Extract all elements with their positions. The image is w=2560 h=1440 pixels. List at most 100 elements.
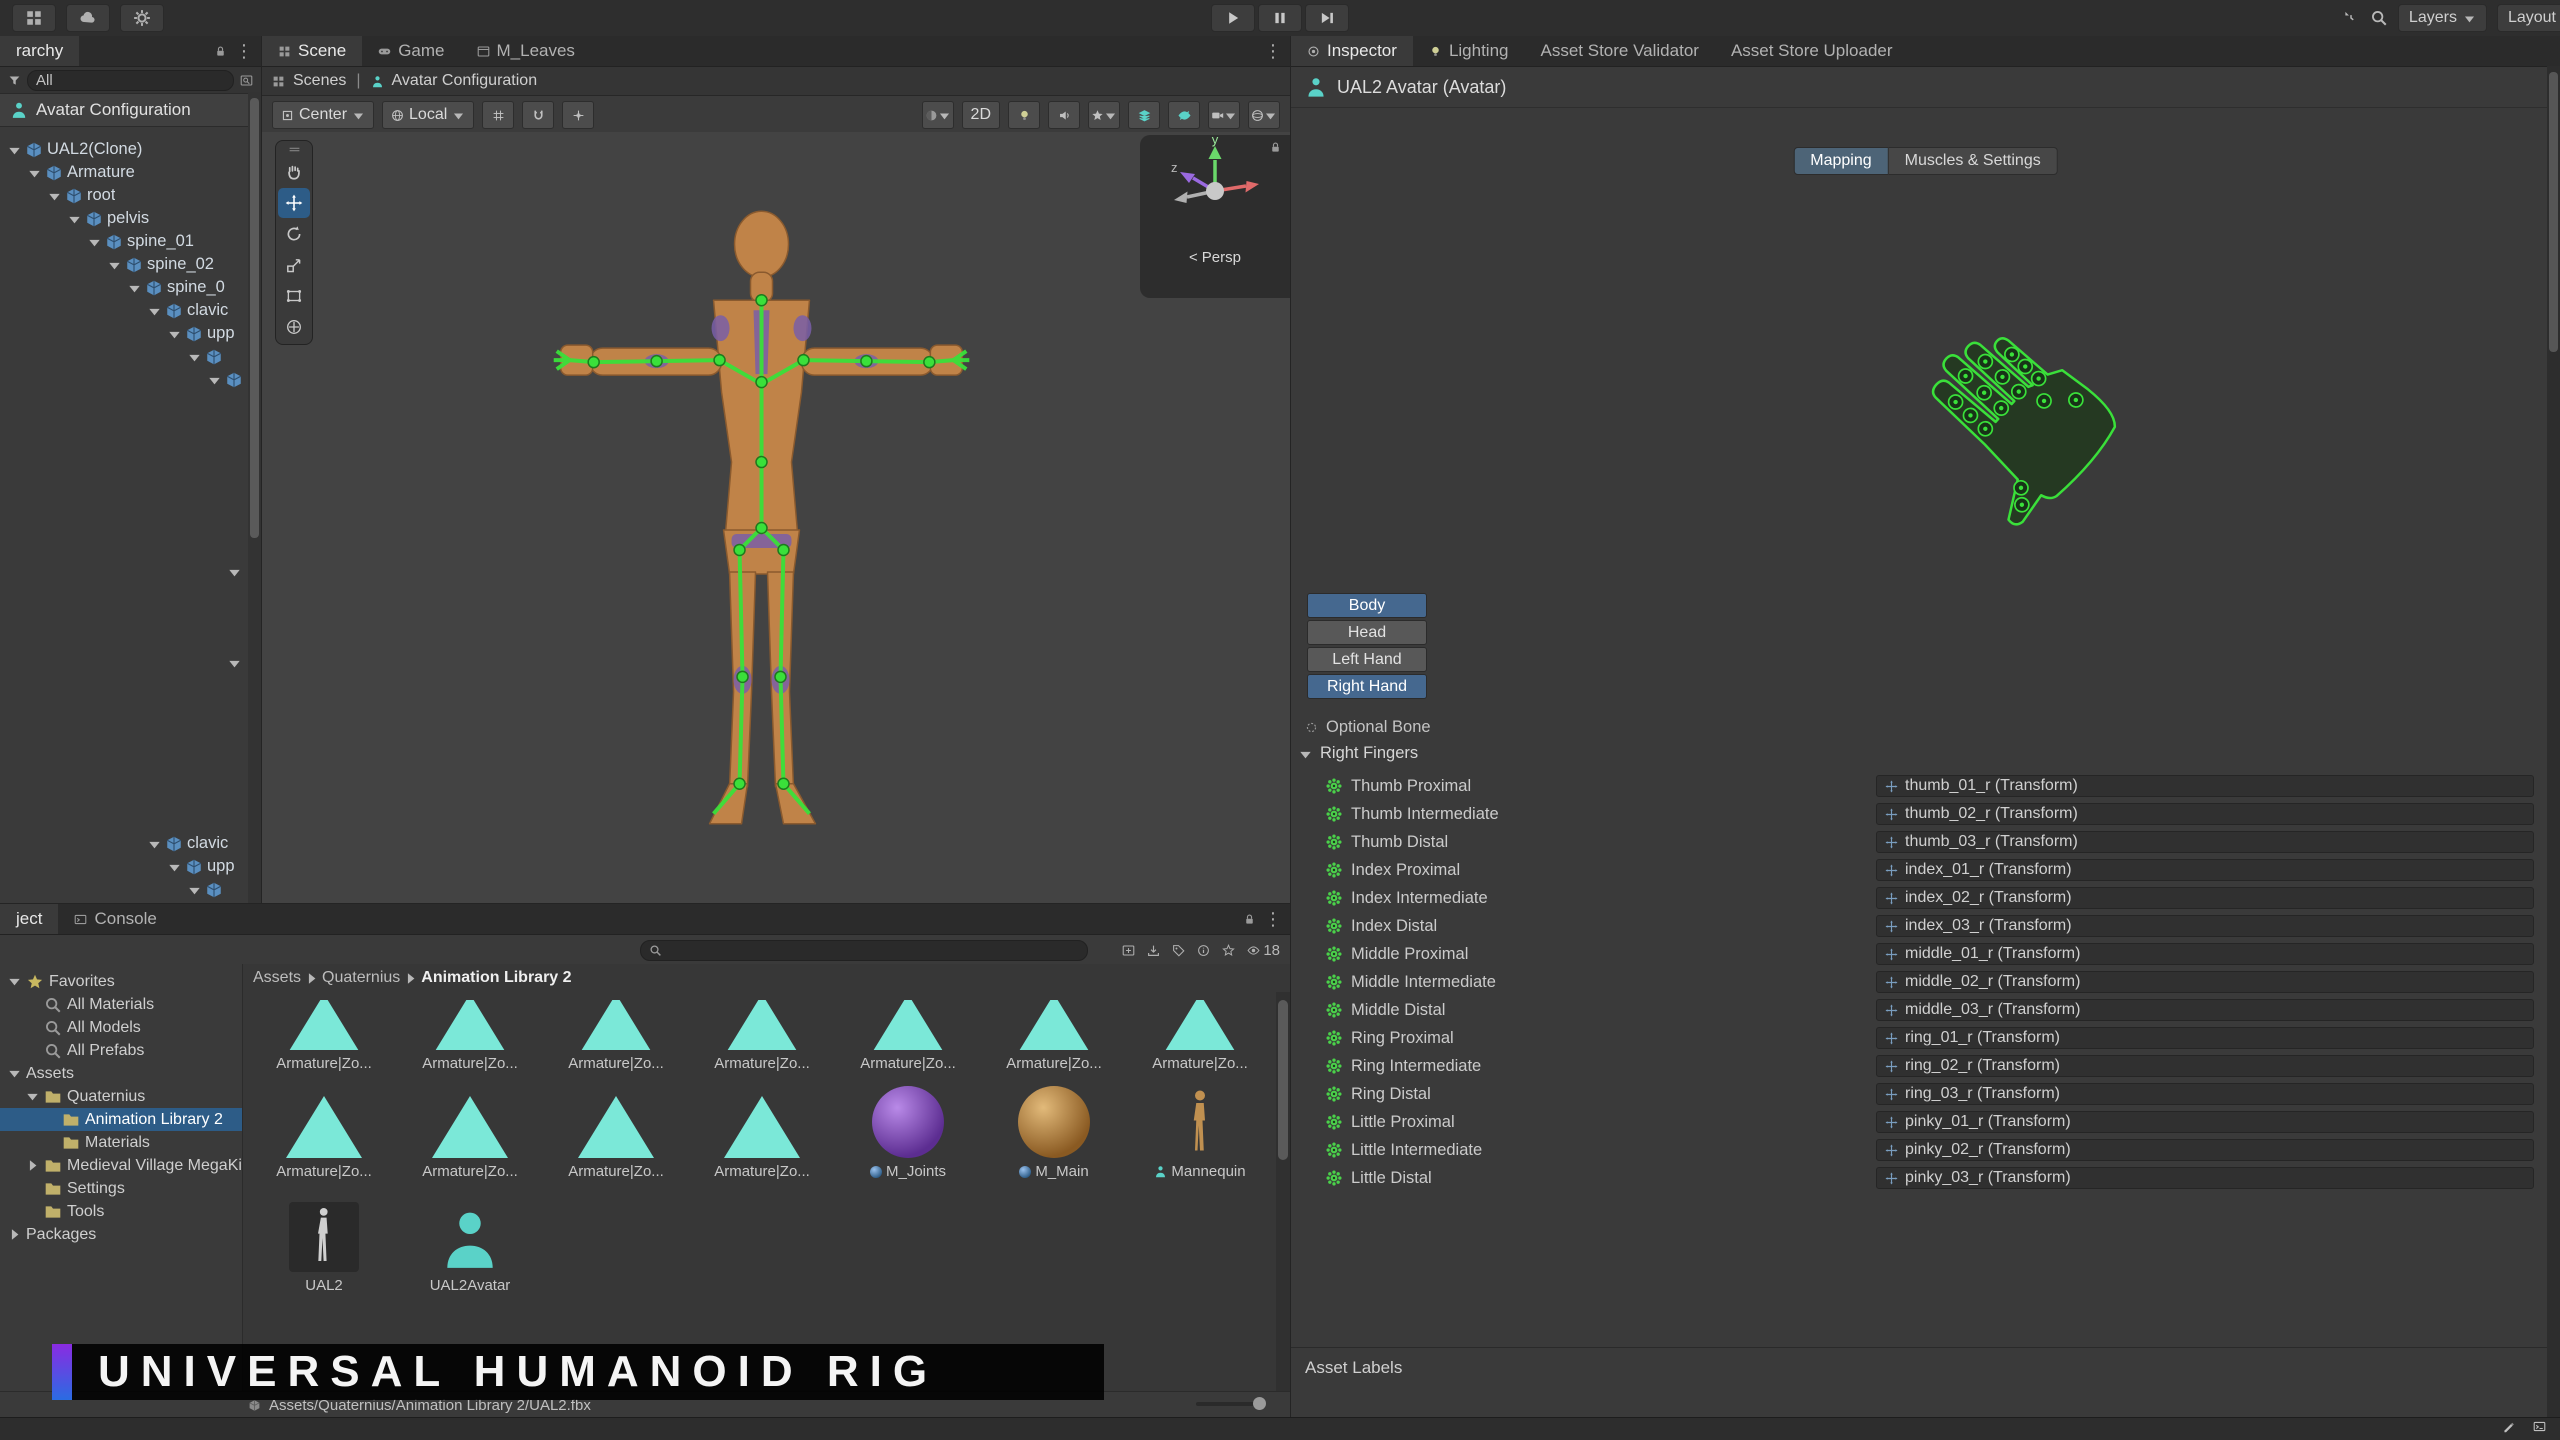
filter-funnel-icon[interactable]	[8, 74, 21, 87]
bone-transform-field[interactable]: ring_01_r (Transform)	[1876, 1027, 2534, 1049]
tab-console[interactable]: Console	[58, 904, 172, 934]
console-status-icon[interactable]	[2533, 1420, 2546, 1433]
asset-tile-armature-zo[interactable]: Armature|Zo...	[543, 1072, 689, 1180]
particles-toggle[interactable]	[1128, 101, 1160, 129]
mode-tab-muscles-settings[interactable]: Muscles & Settings	[1889, 147, 2058, 175]
rect-tool[interactable]	[278, 281, 310, 311]
part-button-head[interactable]: Head	[1307, 620, 1427, 645]
tab-scene[interactable]: Scene	[262, 36, 362, 66]
foldout-caret-icon[interactable]	[188, 350, 201, 363]
pause-button[interactable]	[1258, 4, 1302, 32]
snap-increment-toggle[interactable]	[522, 101, 554, 129]
folder-item-all-prefabs[interactable]: All Prefabs	[0, 1039, 242, 1062]
asset-tile-armature-zo[interactable]: Armature|Zo...	[251, 1072, 397, 1180]
scene-visibility-toggle[interactable]	[1168, 101, 1200, 129]
hand-mapping-diagram[interactable]	[1796, 304, 2136, 534]
hierarchy-item-upp[interactable]: upp	[0, 322, 247, 345]
folder-item-all-models[interactable]: All Models	[0, 1016, 242, 1039]
favorites-star-icon[interactable]	[1222, 944, 1235, 957]
play-button[interactable]	[1211, 4, 1255, 32]
label-tag-icon[interactable]	[1172, 944, 1185, 957]
bone-transform-field[interactable]: index_03_r (Transform)	[1876, 915, 2534, 937]
project-search-input[interactable]	[640, 940, 1088, 961]
asset-zoom-slider[interactable]	[1196, 1402, 1266, 1406]
asset-labels-section[interactable]: Asset Labels	[1291, 1347, 2547, 1388]
part-button-body[interactable]: Body	[1307, 593, 1427, 618]
hierarchy-item-pelvis[interactable]: pelvis	[0, 207, 247, 230]
folder-item-settings[interactable]: Settings	[0, 1177, 242, 1200]
bone-transform-field[interactable]: thumb_02_r (Transform)	[1876, 803, 2534, 825]
asset-tile-armature-zo[interactable]: Armature|Zo...	[835, 992, 981, 1072]
panel-menu-icon[interactable]: ⋮	[235, 41, 253, 62]
tab-game[interactable]: Game	[362, 36, 460, 66]
foldout-caret-icon[interactable]	[168, 327, 181, 340]
part-button-right-hand[interactable]: Right Hand	[1307, 674, 1427, 699]
lock-icon[interactable]	[214, 45, 227, 58]
panel-menu-icon[interactable]: ⋮	[1264, 909, 1282, 930]
shading-mode-dropdown[interactable]	[922, 101, 954, 129]
hierarchy-item-clavic[interactable]: clavic	[0, 299, 247, 322]
asset-tile-armature-zo[interactable]: Armature|Zo...	[689, 992, 835, 1072]
scene-lighting-toggle[interactable]	[1008, 101, 1040, 129]
foldout-caret-icon[interactable]	[8, 975, 21, 988]
hierarchy-item[interactable]	[0, 345, 247, 368]
scene-audio-toggle[interactable]	[1048, 101, 1080, 129]
asset-tile-m-joints[interactable]: M_Joints	[835, 1072, 981, 1180]
folder-item-tools[interactable]: Tools	[0, 1200, 242, 1223]
hierarchy-item-clavic[interactable]: clavic	[0, 832, 247, 855]
pivot-mode-dropdown[interactable]: Center	[272, 101, 374, 129]
scale-tool[interactable]	[278, 250, 310, 280]
right-fingers-foldout[interactable]: Right Fingers	[1299, 744, 1418, 763]
asset-tile-armature-zo[interactable]: Armature|Zo...	[981, 992, 1127, 1072]
lock-icon[interactable]	[1243, 913, 1256, 926]
settings-button[interactable]	[120, 4, 164, 32]
folder-item-assets[interactable]: Assets	[0, 1062, 242, 1085]
folder-item-quaternius[interactable]: Quaternius	[0, 1085, 242, 1108]
orientation-gizmo[interactable]: y z <Persp	[1140, 135, 1290, 298]
hierarchy-item[interactable]	[0, 878, 247, 901]
gizmo-lock-icon[interactable]	[1269, 141, 1282, 154]
open-asset-icon[interactable]	[1122, 944, 1135, 957]
hierarchy-item-armature[interactable]: Armature	[0, 161, 247, 184]
part-button-left-hand[interactable]: Left Hand	[1307, 647, 1427, 672]
hierarchy-item-upp[interactable]: upp	[0, 855, 247, 878]
foldout-caret-icon[interactable]	[8, 1228, 21, 1241]
rotate-tool[interactable]	[278, 219, 310, 249]
foldout-caret-icon[interactable]	[88, 235, 101, 248]
scene-effects-dropdown[interactable]	[1088, 101, 1120, 129]
transform-tool[interactable]	[278, 312, 310, 342]
asset-tile-armature-zo[interactable]: Armature|Zo...	[689, 1072, 835, 1180]
foldout-caret-icon[interactable]	[168, 860, 181, 873]
mannequin-model[interactable]	[262, 132, 1290, 903]
bone-transform-field[interactable]: ring_03_r (Transform)	[1876, 1083, 2534, 1105]
hierarchy-scrollbar[interactable]	[248, 92, 261, 903]
asset-tile-m-main[interactable]: M_Main	[981, 1072, 1127, 1180]
breadcrumb-stage[interactable]: Avatar Configuration	[392, 72, 538, 90]
breadcrumb-animation-library-2[interactable]: Animation Library 2	[421, 969, 571, 987]
snap-settings-dropdown[interactable]	[562, 101, 594, 129]
foldout-caret-icon[interactable]	[208, 373, 221, 386]
hidden-count-badge[interactable]: 18	[1247, 942, 1280, 959]
foldout-caret-icon[interactable]	[26, 1090, 39, 1103]
foldout-caret-icon[interactable]	[128, 281, 141, 294]
foldout-caret-icon[interactable]	[148, 304, 161, 317]
foldout-caret-icon[interactable]	[68, 212, 81, 225]
asset-tile-armature-zo[interactable]: Armature|Zo...	[543, 992, 689, 1072]
tab-m-leaves[interactable]: M_Leaves	[461, 36, 591, 66]
step-button[interactable]	[1305, 4, 1349, 32]
tab-inspector[interactable]: Inspector	[1291, 36, 1413, 66]
search-window-icon[interactable]	[240, 74, 253, 87]
hierarchy-item-spine-02[interactable]: spine_02	[0, 253, 247, 276]
asset-tile-armature-zo[interactable]: Armature|Zo...	[1127, 992, 1273, 1072]
progress-icon[interactable]	[2502, 1420, 2515, 1433]
2d-toggle[interactable]: 2D	[962, 101, 1000, 129]
bone-transform-field[interactable]: thumb_01_r (Transform)	[1876, 775, 2534, 797]
bone-transform-field[interactable]: pinky_03_r (Transform)	[1876, 1167, 2534, 1189]
info-icon[interactable]	[1197, 944, 1210, 957]
camera-settings-dropdown[interactable]	[1208, 101, 1240, 129]
breadcrumb-scenes[interactable]: Scenes	[293, 72, 346, 90]
move-tool[interactable]	[278, 188, 310, 218]
hierarchy-item[interactable]	[0, 368, 247, 391]
bone-transform-field[interactable]: middle_03_r (Transform)	[1876, 999, 2534, 1021]
layout-dropdown[interactable]: Layout	[2497, 4, 2560, 32]
